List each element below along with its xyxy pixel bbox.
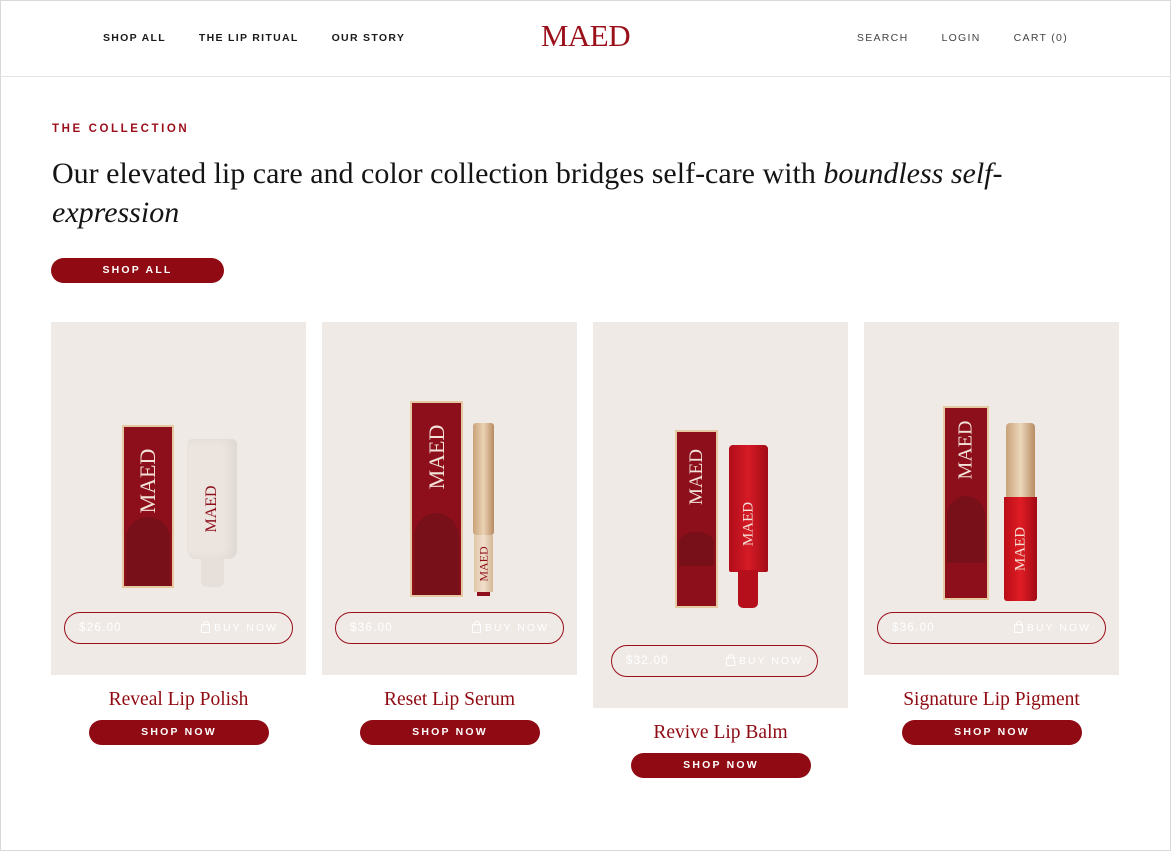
product-box: MAED [943, 406, 989, 600]
buy-now-link[interactable]: BUY NOW [726, 653, 803, 667]
buy-now-link[interactable]: BUY NOW [201, 620, 278, 634]
product-box: MAED [675, 430, 718, 608]
shop-all-button[interactable]: SHOP ALL [51, 258, 224, 283]
box-logo: MAED [423, 424, 449, 490]
product-name[interactable]: Signature Lip Pigment [864, 689, 1119, 711]
nav-login[interactable]: LOGIN [941, 32, 980, 44]
box-arch [126, 517, 170, 586]
nav-search[interactable]: SEARCH [857, 32, 909, 44]
quick-buy-bar[interactable]: $32.00 BUY NOW [611, 645, 818, 677]
vial-logo: MAED [1012, 526, 1028, 572]
product-price: $36.00 [892, 622, 935, 634]
product-cap [1006, 423, 1035, 497]
buy-now-label: BUY NOW [214, 622, 278, 634]
shopping-bag-icon [726, 653, 736, 666]
product-box: MAED [410, 401, 463, 597]
shopping-bag-icon [472, 620, 482, 633]
utility-nav: SEARCH LOGIN CART (0) [857, 32, 1068, 44]
buy-now-label: BUY NOW [1027, 622, 1091, 634]
shop-now-button[interactable]: SHOP NOW [631, 753, 811, 778]
buy-now-label: BUY NOW [485, 622, 549, 634]
product-name[interactable]: Revive Lip Balm [593, 722, 848, 744]
site-header: SHOP ALL THE LIP RITUAL OUR STORY MAED S… [0, 0, 1171, 77]
shopping-bag-icon [1014, 620, 1024, 633]
box-logo: MAED [954, 420, 977, 480]
shop-now-button[interactable]: SHOP NOW [902, 720, 1082, 745]
product-cap [201, 557, 224, 587]
box-logo: MAED [135, 448, 160, 514]
quick-buy-bar[interactable]: $36.00 BUY NOW [877, 612, 1106, 644]
section-headline: Our elevated lip care and color collecti… [52, 154, 1052, 232]
headline-text: Our elevated lip care and color collecti… [52, 157, 824, 190]
nav-cart[interactable]: CART (0) [1014, 32, 1068, 44]
product-pen-body: MAED [474, 535, 493, 592]
section-eyebrow: THE COLLECTION [52, 123, 190, 135]
tube-logo: MAED [203, 485, 220, 533]
product-pen-cap [473, 423, 494, 535]
product-tube: MAED [729, 445, 768, 572]
box-logo: MAED [685, 449, 707, 506]
box-arch [414, 513, 459, 595]
product-price: $32.00 [626, 655, 669, 667]
box-arch [679, 532, 714, 566]
shopping-bag-icon [201, 620, 211, 633]
buy-now-label: BUY NOW [739, 655, 803, 667]
pen-tip [477, 592, 490, 596]
quick-buy-bar[interactable]: $26.00 BUY NOW [64, 612, 293, 644]
product-name[interactable]: Reset Lip Serum [322, 689, 577, 711]
buy-now-link[interactable]: BUY NOW [1014, 620, 1091, 634]
pen-logo: MAED [476, 545, 490, 582]
product-price: $26.00 [79, 622, 122, 634]
shop-now-button[interactable]: SHOP NOW [360, 720, 540, 745]
product-cap [738, 570, 758, 608]
product-name[interactable]: Reveal Lip Polish [51, 689, 306, 711]
product-tube: MAED [187, 439, 237, 559]
shop-now-button[interactable]: SHOP NOW [89, 720, 269, 745]
product-price: $36.00 [350, 622, 393, 634]
box-arch [947, 496, 985, 563]
buy-now-link[interactable]: BUY NOW [472, 620, 549, 634]
product-box: MAED [122, 425, 174, 588]
quick-buy-bar[interactable]: $36.00 BUY NOW [335, 612, 564, 644]
tube-logo: MAED [740, 501, 756, 546]
product-vial: MAED [1004, 497, 1037, 601]
